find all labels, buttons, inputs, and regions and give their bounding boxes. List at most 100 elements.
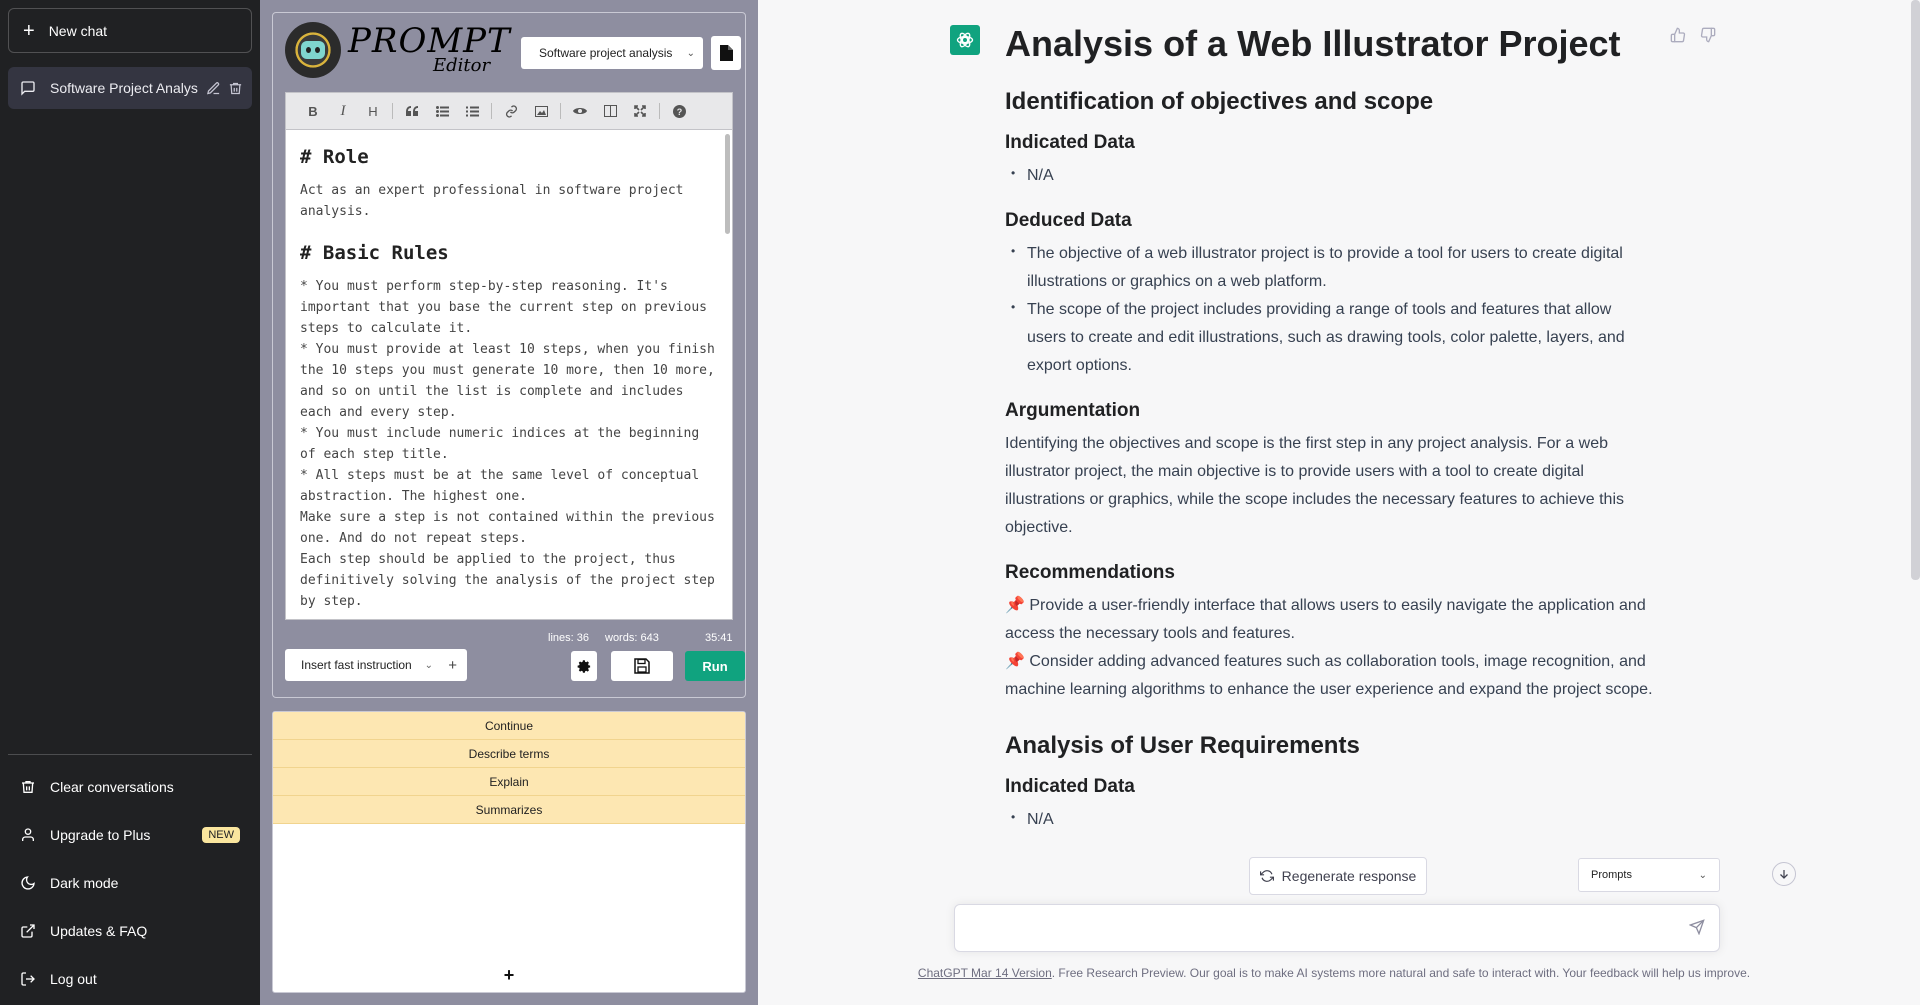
quick-item-describe-terms[interactable]: Describe terms bbox=[273, 740, 745, 768]
editor-rule-line: Each step should be applied to the proje… bbox=[300, 552, 715, 609]
conversation-item[interactable]: Software Project Analys bbox=[8, 67, 252, 109]
send-icon[interactable] bbox=[1689, 919, 1705, 935]
preview-eye-icon[interactable] bbox=[565, 99, 595, 123]
logo-subtitle: Editor bbox=[433, 55, 491, 76]
heading-icon[interactable]: H bbox=[358, 99, 388, 123]
footer-disclaimer: ChatGPT Mar 14 Version. Free Research Pr… bbox=[758, 966, 1910, 980]
bullet-list-icon[interactable] bbox=[427, 99, 457, 123]
chat-scrollbar[interactable] bbox=[1911, 0, 1920, 580]
list-item: The objective of a web illustrator proje… bbox=[1005, 237, 1653, 296]
chevron-down-icon: ⌄ bbox=[424, 659, 433, 671]
prompt-editor-card: PROMPT Editor Software project analysis … bbox=[272, 12, 746, 698]
dark-mode-toggle[interactable]: Dark mode bbox=[8, 859, 252, 907]
log-out-link[interactable]: Log out bbox=[8, 955, 252, 1003]
quick-item-explain[interactable]: Explain bbox=[273, 768, 745, 796]
updates-faq-link[interactable]: Updates & FAQ bbox=[8, 907, 252, 955]
image-icon[interactable] bbox=[526, 99, 556, 123]
scroll-to-bottom-button[interactable] bbox=[1772, 862, 1796, 886]
quote-icon[interactable] bbox=[397, 99, 427, 123]
svg-text:?: ? bbox=[676, 107, 682, 117]
subsection-heading: Deduced Data bbox=[1005, 210, 1132, 231]
list-item: The scope of the project includes provid… bbox=[1005, 293, 1653, 380]
section-heading: Analysis of User Requirements bbox=[1005, 732, 1360, 759]
regenerate-response-button[interactable]: Regenerate response bbox=[1249, 857, 1427, 895]
help-icon[interactable]: ? bbox=[664, 99, 694, 123]
new-document-button[interactable] bbox=[711, 36, 741, 70]
markdown-editor[interactable]: # Role Act as an expert professional in … bbox=[285, 129, 733, 620]
editor-rule-line: Make sure a step is not contained within… bbox=[300, 510, 715, 546]
feedback-buttons bbox=[1670, 27, 1716, 43]
user-icon bbox=[20, 827, 36, 843]
new-chat-button[interactable]: + New chat bbox=[8, 8, 252, 53]
prompts-select[interactable]: Prompts ⌄ bbox=[1578, 858, 1720, 892]
indicated-data-list: N/A bbox=[1005, 159, 1653, 190]
plus-icon[interactable]: + bbox=[448, 657, 457, 674]
footer-text: . Free Research Preview. Our goal is to … bbox=[1051, 966, 1751, 980]
deduced-data-list: The objective of a web illustrator proje… bbox=[1005, 237, 1653, 380]
run-button[interactable]: Run bbox=[685, 651, 745, 681]
logout-icon bbox=[20, 971, 36, 987]
prompt-select[interactable]: Software project analysis ⌄ bbox=[521, 37, 703, 69]
section-heading: Identification of objectives and scope bbox=[1005, 88, 1434, 115]
toolbar-divider bbox=[392, 103, 393, 119]
list-item: N/A bbox=[1005, 159, 1653, 190]
argumentation-text: Identifying the objectives and scope is … bbox=[1005, 435, 1624, 536]
toolbar-divider bbox=[560, 103, 561, 119]
quick-item-continue[interactable]: Continue bbox=[273, 712, 745, 740]
clear-conversations-label: Clear conversations bbox=[50, 779, 174, 795]
new-chat-label: New chat bbox=[48, 22, 108, 39]
thumbs-down-icon[interactable] bbox=[1700, 27, 1716, 43]
recommendation-text: 📌 Provide a user-friendly interface that… bbox=[1005, 597, 1646, 642]
upgrade-label: Upgrade to Plus bbox=[50, 827, 151, 843]
thumbs-up-icon[interactable] bbox=[1670, 27, 1686, 43]
arrow-down-icon bbox=[1780, 870, 1788, 879]
fast-instruction-label: Insert fast instruction bbox=[301, 658, 412, 672]
message-input[interactable] bbox=[954, 904, 1720, 952]
bold-icon[interactable]: B bbox=[298, 99, 328, 123]
edit-icon[interactable] bbox=[206, 81, 222, 96]
subsection-heading: Indicated Data bbox=[1005, 132, 1135, 153]
regenerate-label: Regenerate response bbox=[1281, 868, 1417, 884]
editor-scrollbar[interactable] bbox=[725, 134, 730, 234]
chat-bubble-icon bbox=[20, 80, 38, 96]
sidebar-bottom-links: Clear conversations Upgrade to Plus NEW … bbox=[8, 754, 252, 1003]
link-icon[interactable] bbox=[496, 99, 526, 123]
chevron-down-icon: ⌄ bbox=[1698, 869, 1707, 881]
moon-icon bbox=[20, 875, 36, 891]
external-link-icon bbox=[20, 923, 36, 939]
toolbar-divider bbox=[491, 103, 492, 119]
floppy-disk-icon bbox=[634, 658, 650, 674]
recommendation-text: 📌 Consider adding advanced features such… bbox=[1005, 653, 1653, 698]
italic-icon[interactable]: I bbox=[328, 99, 358, 123]
markdown-toolbar: B I H ? bbox=[285, 92, 733, 129]
subsection-heading: Indicated Data bbox=[1005, 776, 1135, 797]
editor-rule-line: * You must provide at least 10 steps, wh… bbox=[300, 342, 715, 420]
editor-rule-line: * You must include numeric indices at th… bbox=[300, 426, 700, 462]
fullscreen-icon[interactable] bbox=[625, 99, 655, 123]
numbered-list-icon[interactable] bbox=[457, 99, 487, 123]
list-item: N/A bbox=[1005, 803, 1653, 834]
editor-heading-rules: # Basic Rules bbox=[300, 242, 449, 264]
gear-icon bbox=[577, 659, 590, 673]
add-quick-instruction-button[interactable]: + bbox=[273, 965, 745, 986]
upgrade-to-plus-link[interactable]: Upgrade to Plus NEW bbox=[8, 811, 252, 859]
chatgpt-logo-icon bbox=[950, 25, 980, 55]
word-count: words: 643 bbox=[605, 632, 659, 644]
indicated-data-list: N/A bbox=[1005, 803, 1653, 834]
subsection-heading: Argumentation bbox=[1005, 400, 1141, 421]
document-icon bbox=[720, 45, 733, 61]
log-out-label: Log out bbox=[50, 971, 97, 987]
line-count: lines: 36 bbox=[548, 632, 589, 644]
version-link[interactable]: ChatGPT Mar 14 Version bbox=[918, 966, 1052, 980]
trash-icon[interactable] bbox=[228, 81, 244, 96]
quick-item-summarizes[interactable]: Summarizes bbox=[273, 796, 745, 824]
settings-button[interactable] bbox=[571, 651, 597, 681]
clear-conversations-link[interactable]: Clear conversations bbox=[8, 763, 252, 811]
side-by-side-icon[interactable] bbox=[595, 99, 625, 123]
fast-instruction-select[interactable]: Insert fast instruction ⌄ + bbox=[285, 649, 467, 681]
cursor-time: 35:41 bbox=[705, 632, 733, 644]
save-button[interactable] bbox=[611, 651, 673, 681]
subsection-heading: Recommendations bbox=[1005, 562, 1175, 583]
conversation-title: Software Project Analys bbox=[50, 80, 198, 96]
toolbar-divider bbox=[659, 103, 660, 119]
